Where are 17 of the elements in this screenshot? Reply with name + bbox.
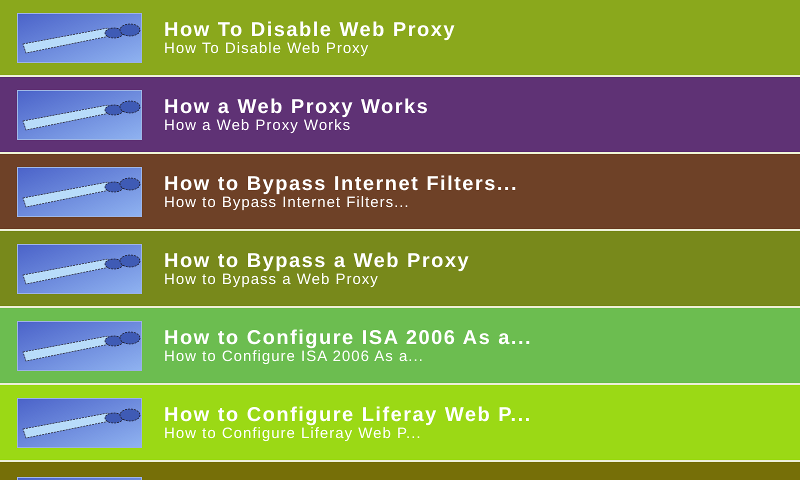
item-subtitle: How to Bypass a Web Proxy: [164, 272, 380, 286]
list-item[interactable]: How to Bypass Internet Filters... How to Bypass Internet Filters...: [0, 154, 800, 231]
item-title: How to Configure ISA 2006 As a...: [164, 328, 532, 348]
item-title: How a Web Proxy Works: [164, 96, 430, 116]
list-item[interactable]: How To Disable Web Proxy How To Disable Web Proxy: [0, 0, 800, 77]
item-title: How To Disable Web Proxy: [164, 20, 456, 40]
item-title: How to Bypass Internet Filters...: [164, 174, 518, 194]
item-subtitle: How to Configure Liferay Web P...: [164, 426, 422, 440]
item-subtitle: How a Web Proxy Works: [164, 118, 352, 132]
list-item[interactable]: How to Configure ISA 2006 As a... How to Configure ISA 2006 As a...: [0, 308, 800, 385]
item-title: How to Configure Liferay Web P...: [164, 404, 532, 424]
item-subtitle: How To Disable Web Proxy: [164, 40, 370, 56]
item-subtitle: How to Configure ISA 2006 As a...: [164, 348, 425, 364]
list-item[interactable]: How to Bypass a Web Proxy How to Bypass a Web Proxy: [0, 231, 800, 308]
item-title: How to Bypass a Web Proxy: [164, 250, 470, 270]
item-subtitle: How to Bypass Internet Filters...: [164, 194, 411, 210]
list-item[interactable]: How a Web Proxy Works How a Web Proxy Works: [0, 77, 800, 154]
